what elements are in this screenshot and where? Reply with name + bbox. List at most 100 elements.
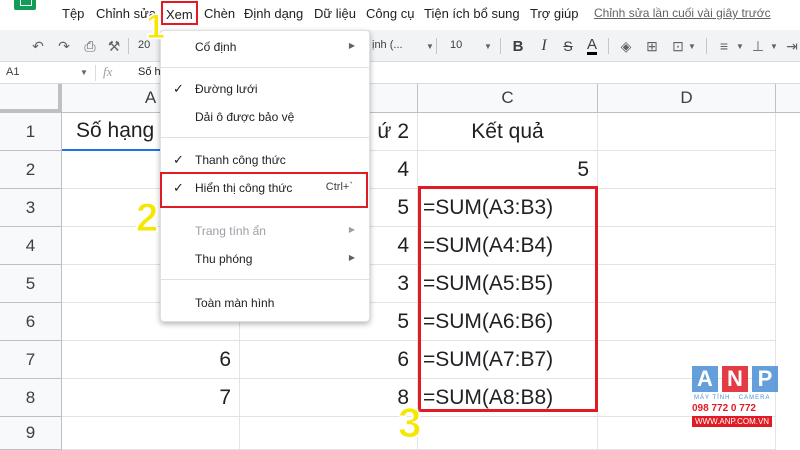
cell-c7[interactable]: =SUM(A7:B7) xyxy=(418,341,598,379)
bold-button[interactable]: B xyxy=(508,36,528,56)
sheets-logo-icon[interactable] xyxy=(14,0,36,10)
cell-c9[interactable] xyxy=(418,417,598,450)
text-color-icon: A xyxy=(586,35,597,55)
row-header-4[interactable]: 4 xyxy=(0,227,62,265)
menu-insert[interactable]: Chèn xyxy=(204,6,235,21)
toolbar-divider xyxy=(500,38,501,54)
toolbar: ↶ ↷ ⎙ ⚒ 20 ịnh (... ▼ 10 ▼ B I S A ◈ ⊞ ⊡… xyxy=(0,30,800,62)
submenu-arrow-icon: ▶ xyxy=(348,225,355,234)
strikethrough-button[interactable]: S xyxy=(558,36,578,56)
menu-item-label: Thanh công thức xyxy=(195,153,286,167)
column-header-d[interactable]: D xyxy=(598,84,776,113)
menu-data[interactable]: Dữ liệu xyxy=(314,6,356,21)
row-header-8[interactable]: 8 xyxy=(0,379,62,417)
cell-d6[interactable] xyxy=(598,303,776,341)
row-header-9[interactable]: 9 xyxy=(0,417,62,450)
menu-view[interactable]: Xem xyxy=(161,1,198,25)
logo-letter-p: P xyxy=(752,366,778,392)
chevron-down-icon[interactable]: ▼ xyxy=(682,36,702,56)
chevron-down-icon[interactable]: ▼ xyxy=(478,36,498,56)
menu-tools[interactable]: Công cụ xyxy=(366,6,414,21)
cell-c6[interactable]: =SUM(A6:B6) xyxy=(418,303,598,341)
menu-format[interactable]: Định dạng xyxy=(244,6,303,21)
row-header-3[interactable]: 3 xyxy=(0,189,62,227)
last-edit-link[interactable]: Chỉnh sửa lần cuối vài giây trước xyxy=(594,6,771,20)
row-header-1[interactable]: 1 xyxy=(0,113,62,151)
text-color-button[interactable]: A xyxy=(582,36,602,56)
menu-item-label: Cố định xyxy=(195,40,237,54)
menu-item-freeze[interactable]: Cố định ▶ xyxy=(161,35,369,59)
chevron-down-icon[interactable]: ▼ xyxy=(764,36,784,56)
formula-bar-divider xyxy=(95,65,96,81)
font-size-select[interactable]: 10 xyxy=(450,39,462,51)
logo-letters: A N P xyxy=(692,366,778,392)
menu-item-zoom[interactable]: Thu phóng ▶ xyxy=(161,247,369,271)
shortcut-label: Ctrl+` xyxy=(325,181,353,193)
chevron-down-icon[interactable]: ▼ xyxy=(420,36,440,56)
font-family-select[interactable]: ịnh (... xyxy=(372,39,403,51)
menu-addons[interactable]: Tiện ích bổ sung xyxy=(424,6,520,21)
italic-button[interactable]: I xyxy=(534,36,554,56)
row-header-6[interactable]: 6 xyxy=(0,303,62,341)
name-box[interactable]: A1 xyxy=(6,66,19,78)
paint-format-icon[interactable]: ⚒ xyxy=(104,36,124,56)
borders-icon[interactable]: ⊞ xyxy=(642,36,662,56)
chevron-down-icon[interactable]: ▼ xyxy=(80,68,88,77)
menu-item-protected-ranges[interactable]: Dải ô được bảo vệ xyxy=(161,105,369,129)
step-number-2: 2 xyxy=(135,196,159,240)
cell-c5[interactable]: =SUM(A5:B5) xyxy=(418,265,598,303)
row-header-7[interactable]: 7 xyxy=(0,341,62,379)
undo-icon[interactable]: ↶ xyxy=(28,36,48,56)
formula-bar: A1 ▼ fx Số hạ xyxy=(0,62,800,84)
submenu-arrow-icon: ▶ xyxy=(348,253,355,262)
toolbar-divider xyxy=(706,38,707,54)
step-number-3: 3 xyxy=(397,399,422,446)
cell-d2[interactable] xyxy=(598,151,776,189)
submenu-arrow-icon: ▶ xyxy=(348,41,355,50)
cell-d5[interactable] xyxy=(598,265,776,303)
menu-item-full-screen[interactable]: Toàn màn hình xyxy=(161,291,369,315)
menu-item-label: Hiển thị công thức xyxy=(195,181,293,195)
toolbar-divider xyxy=(128,38,129,54)
menu-item-formula-bar[interactable]: ✓ Thanh công thức xyxy=(161,148,369,172)
logo-letter-n: N xyxy=(722,366,748,392)
print-icon[interactable]: ⎙ xyxy=(80,36,100,56)
cell-b7[interactable]: 6 xyxy=(240,341,418,379)
cell-c1[interactable]: Kết quả xyxy=(418,113,598,151)
check-icon: ✓ xyxy=(173,180,184,195)
toolbar-divider xyxy=(608,38,609,54)
column-header-c[interactable]: C xyxy=(418,84,598,113)
step-number-1: 1 xyxy=(146,8,166,46)
text-wrap-icon[interactable]: ⇥ xyxy=(782,36,800,56)
menu-item-label: Đường lưới xyxy=(195,82,258,96)
redo-icon[interactable]: ↷ xyxy=(54,36,74,56)
menu-item-gridlines[interactable]: ✓ Đường lưới xyxy=(161,77,369,101)
cell-c3[interactable]: =SUM(A3:B3) xyxy=(418,189,598,227)
cell-b9[interactable] xyxy=(240,417,418,450)
cell-a8[interactable]: 7 xyxy=(62,379,240,417)
column-header-e[interactable] xyxy=(776,84,800,113)
fx-icon: fx xyxy=(103,64,113,79)
cell-a7[interactable]: 6 xyxy=(62,341,240,379)
cell-c8[interactable]: =SUM(A8:B8) xyxy=(418,379,598,417)
select-all-corner[interactable] xyxy=(0,84,62,113)
menu-divider xyxy=(161,67,369,68)
menu-help[interactable]: Trợ giúp xyxy=(530,6,579,21)
cell-c2[interactable]: 5 xyxy=(418,151,598,189)
menu-item-show-formulas[interactable]: ✓ Hiển thị công thức Ctrl+` xyxy=(161,176,369,200)
view-menu-dropdown: Cố định ▶ ✓ Đường lưới Dải ô được bảo vệ… xyxy=(160,30,370,322)
menu-item-label: Thu phóng xyxy=(195,252,253,266)
row-header-5[interactable]: 5 xyxy=(0,265,62,303)
menu-file[interactable]: Tệp xyxy=(62,6,84,21)
cell-d1[interactable] xyxy=(598,113,776,151)
cell-a9[interactable] xyxy=(62,417,240,450)
cell-c4[interactable]: =SUM(A4:B4) xyxy=(418,227,598,265)
cell-b8[interactable]: 8 xyxy=(240,379,418,417)
cell-d4[interactable] xyxy=(598,227,776,265)
cell-d3[interactable] xyxy=(598,189,776,227)
menu-divider xyxy=(161,137,369,138)
menu-divider xyxy=(161,279,369,280)
chevron-down-icon[interactable]: ▼ xyxy=(730,36,750,56)
row-header-2[interactable]: 2 xyxy=(0,151,62,189)
fill-color-icon[interactable]: ◈ xyxy=(616,36,636,56)
